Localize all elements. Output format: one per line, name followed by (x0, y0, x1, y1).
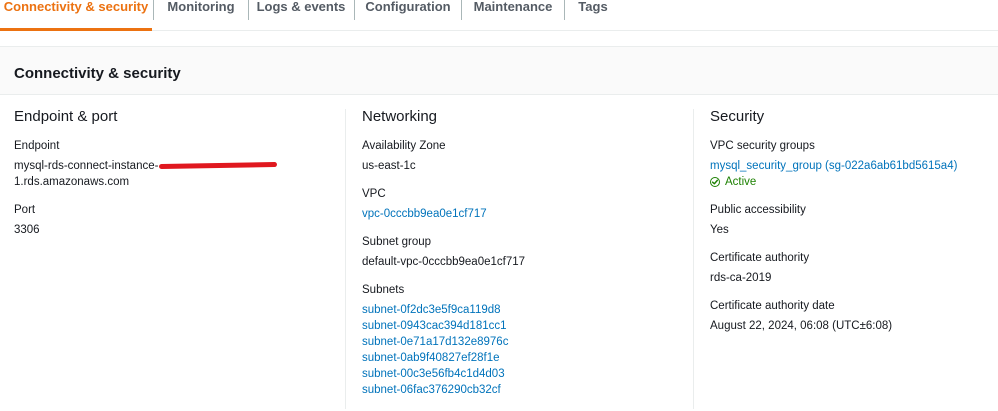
endpoint-label: Endpoint (14, 140, 60, 152)
public-accessibility-field: Public accessibility Yes (710, 202, 990, 238)
availability-zone-field: Availability Zone us-east-1c (362, 138, 682, 174)
endpoint-port-section: Endpoint & port Endpoint mysql-rds-conne… (14, 107, 334, 250)
tab-connectivity-security[interactable]: Connectivity & security (0, 0, 152, 31)
certificate-authority-label: Certificate authority (710, 252, 810, 264)
section-title: Endpoint & port (14, 108, 118, 125)
certificate-authority-value: rds-ca-2019 (710, 272, 772, 284)
section-title: Networking (362, 108, 438, 125)
vpc-security-groups-field: VPC security groups mysql_security_group… (710, 138, 990, 190)
port-field: Port 3306 (14, 202, 334, 238)
availability-zone-value: us-east-1c (362, 160, 416, 172)
subnet-group-field: Subnet group default-vpc-0cccbb9ea0e1cf7… (362, 234, 682, 270)
tab-label: Configuration (365, 0, 451, 14)
port-label: Port (14, 204, 36, 216)
status-badge: Active (710, 174, 990, 190)
subnet-link[interactable]: subnet-0ab9f40827ef28f1e (362, 350, 682, 366)
subnet-link[interactable]: subnet-0f2dc3e5f9ca119d8 (362, 302, 682, 318)
endpoint-value-line2: 1.rds.amazonaws.com (14, 176, 130, 188)
subnets-label: Subnets (362, 284, 405, 296)
tab-label: Monitoring (167, 0, 235, 14)
check-circle-icon (710, 177, 720, 187)
subnet-link[interactable]: subnet-0943cac394d181cc1 (362, 318, 682, 334)
column-divider (693, 109, 694, 409)
tab-label: Connectivity & security (3, 0, 149, 14)
vpc-link[interactable]: vpc-0cccbb9ea0e1cf717 (362, 206, 682, 222)
tab-label: Logs & events (256, 0, 346, 14)
endpoint-field: Endpoint mysql-rds-connect-instance- 1.r… (14, 138, 334, 190)
tab-label: Maintenance (473, 0, 553, 14)
port-value: 3306 (14, 224, 40, 236)
availability-zone-label: Availability Zone (362, 140, 446, 152)
public-accessibility-label: Public accessibility (710, 204, 806, 216)
endpoint-value[interactable]: mysql-rds-connect-instance- 1.rds.amazon… (14, 158, 334, 190)
tab-monitoring[interactable]: Monitoring (154, 0, 248, 30)
status-text: Active (725, 176, 757, 188)
networking-section: Networking Availability Zone us-east-1c … (362, 107, 682, 410)
certificate-authority-date-label: Certificate authority date (710, 300, 835, 312)
column-divider (345, 109, 346, 409)
vpc-security-groups-label: VPC security groups (710, 140, 815, 152)
certificate-authority-date-value: August 22, 2024, 06:08 (UTC±6:08) (710, 320, 893, 332)
endpoint-value-line1: mysql-rds-connect-instance- (14, 160, 159, 172)
security-group-link[interactable]: mysql_security_group (sg-022a6ab61bd5615… (710, 158, 990, 174)
tab-configuration[interactable]: Configuration (355, 0, 461, 30)
subnet-group-label: Subnet group (362, 236, 432, 248)
panel-header: Connectivity & security (0, 47, 998, 95)
certificate-authority-field: Certificate authority rds-ca-2019 (710, 250, 990, 286)
security-section: Security VPC security groups mysql_secur… (710, 107, 990, 346)
tab-tags[interactable]: Tags (565, 0, 621, 30)
subnet-group-value: default-vpc-0cccbb9ea0e1cf717 (362, 256, 526, 268)
tab-logs-events[interactable]: Logs & events (249, 0, 353, 30)
public-accessibility-value: Yes (710, 224, 729, 236)
vpc-field: VPC vpc-0cccbb9ea0e1cf717 (362, 186, 682, 222)
active-tab-indicator (0, 28, 152, 31)
subnet-link[interactable]: subnet-0e71a17d132e8976c (362, 334, 682, 350)
redaction-mark (159, 162, 278, 170)
panel-title: Connectivity & security (14, 65, 181, 82)
section-title: Security (710, 108, 765, 125)
vpc-label: VPC (362, 188, 386, 200)
subnets-field: Subnets subnet-0f2dc3e5f9ca119d8 subnet-… (362, 282, 682, 398)
subnet-link[interactable]: subnet-00c3e56fb4c1d4d03 (362, 366, 682, 382)
tab-bar: Connectivity & security Monitoring Logs … (0, 0, 998, 31)
certificate-authority-date-field: Certificate authority date August 22, 20… (710, 298, 990, 334)
connectivity-security-panel: Connectivity & security Endpoint & port … (0, 46, 998, 411)
tab-maintenance[interactable]: Maintenance (462, 0, 564, 30)
subnet-link[interactable]: subnet-06fac376290cb32cf (362, 382, 682, 398)
tab-label: Tags (578, 0, 608, 14)
